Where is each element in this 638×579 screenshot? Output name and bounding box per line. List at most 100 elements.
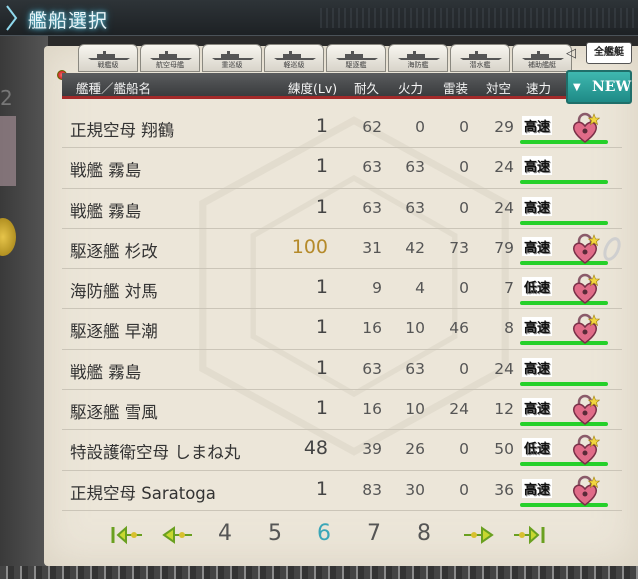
- header-decoration: [320, 8, 638, 28]
- heart-lock-icon: [573, 435, 600, 466]
- ship-durability: 83: [362, 480, 382, 499]
- ship-name: 戦艦 霧島: [70, 201, 142, 221]
- column-header: 艦種／艦船名 練度(Lv) 耐久 火力 雷装 対空 速力: [62, 73, 566, 99]
- ship-level: 1: [315, 115, 328, 137]
- ship-list: 正規空母 翔鶴 1 62 0 0 29 高速 戦艦 霧島 1 63 63 0 24 高速 戦艦 霧島 1 63 6…: [62, 108, 622, 511]
- prev-page-icon[interactable]: [160, 524, 196, 546]
- ship-level: 1: [315, 477, 328, 500]
- ship-level: 1: [315, 195, 328, 218]
- page-button[interactable]: 4: [218, 521, 232, 546]
- ship-row[interactable]: 正規空母 翔鶴 1 62 0 0 29 高速: [62, 108, 622, 149]
- heart-lock-icon: [573, 273, 600, 305]
- ship-row[interactable]: 駆逐艦 雪風 1 16 10 24 12 高速: [62, 390, 622, 431]
- ship-torpedo: 0: [459, 359, 469, 378]
- tab-label: 駆逐艦: [345, 61, 367, 69]
- ship-level: 1: [315, 155, 328, 178]
- ship-speed: 高速: [522, 478, 553, 498]
- speed-bar: [520, 220, 608, 225]
- tab-all-ships[interactable]: 全艦艇: [586, 42, 632, 64]
- ship-antiair: 24: [494, 359, 514, 378]
- ship-firepower: 42: [405, 238, 425, 257]
- ship-type-tab[interactable]: 海防艦: [388, 44, 448, 72]
- ship-speed: 高速: [522, 236, 553, 256]
- ship-row[interactable]: 戦艦 霧島 1 63 63 0 24 高速: [62, 350, 622, 391]
- ship-firepower: 63: [405, 359, 425, 378]
- ship-name: 戦艦 霧島: [70, 161, 142, 181]
- ship-antiair: 8: [504, 319, 514, 338]
- page-button[interactable]: 8: [417, 521, 431, 546]
- column-name-header[interactable]: 艦種／艦船名: [76, 78, 151, 97]
- heart-lock-icon: [573, 314, 600, 345]
- ship-row[interactable]: 特設護衛空母 しまね丸 48 39 26 0 50 低速: [62, 430, 622, 471]
- column-dur-header[interactable]: 耐久: [354, 78, 379, 97]
- column-aa-header[interactable]: 対空: [486, 78, 511, 97]
- column-torp-header[interactable]: 雷装: [443, 78, 468, 97]
- new-sort-button[interactable]: ▼ NEW: [566, 70, 632, 104]
- page-button[interactable]: 7: [367, 521, 381, 546]
- column-speed-header[interactable]: 速力: [526, 78, 551, 97]
- ship-type-tab[interactable]: 戦艦級: [78, 44, 138, 72]
- ship-silhouette-icon: [398, 51, 440, 60]
- heart-lock-icon: [573, 394, 600, 426]
- ship-name: 正規空母 翔鶴: [70, 121, 175, 140]
- left-digit: 2: [0, 86, 13, 110]
- last-page-icon[interactable]: [510, 524, 546, 546]
- ship-firepower: 26: [405, 440, 425, 459]
- ship-silhouette-icon: [88, 51, 130, 60]
- column-fire-header[interactable]: 火力: [398, 78, 423, 97]
- ship-durability: 9: [372, 279, 382, 298]
- ship-row[interactable]: 駆逐艦 杉改 100 31 42 73 79 高速: [62, 229, 622, 270]
- tab-label: 軽巡級: [283, 61, 305, 69]
- ship-antiair: 24: [494, 198, 514, 217]
- ship-torpedo: 24: [449, 400, 469, 419]
- ship-type-tab[interactable]: 駆逐艦: [326, 44, 386, 72]
- ship-level: 100: [291, 235, 328, 258]
- ship-durability: 31: [362, 238, 382, 257]
- ship-name: 特設護衛空母 しまね丸: [70, 443, 241, 463]
- ship-durability: 63: [362, 158, 382, 177]
- ship-type-tab[interactable]: 軽巡級: [264, 44, 324, 72]
- background-left: 2: [0, 36, 48, 579]
- page-button-current[interactable]: 6: [317, 521, 331, 546]
- ship-speed: 高速: [522, 317, 553, 337]
- ship-durability: 39: [362, 440, 382, 459]
- ship-speed: 高速: [522, 357, 553, 377]
- ship-torpedo: 0: [459, 118, 469, 136]
- ship-antiair: 12: [494, 400, 514, 419]
- tab-label: 重巡級: [221, 61, 243, 69]
- ship-type-tab[interactable]: 重巡級: [202, 44, 262, 72]
- ship-type-tab[interactable]: 潜水艦: [450, 44, 510, 72]
- next-page-icon[interactable]: [460, 524, 496, 546]
- ship-row[interactable]: 海防艦 対馬 1 9 4 0 7 低速: [62, 269, 622, 310]
- ship-row[interactable]: 駆逐艦 早潮 1 16 10 46 8 高速: [62, 309, 622, 350]
- ship-firepower: 30: [405, 480, 425, 499]
- ship-torpedo: 0: [459, 198, 469, 217]
- ship-speed: 高速: [522, 156, 553, 176]
- ship-level: 1: [315, 356, 328, 379]
- bottom-decoration: [0, 566, 638, 579]
- ship-type-tab[interactable]: 航空母艦: [140, 44, 200, 72]
- ship-silhouette-icon: [460, 51, 502, 60]
- tab-label: 航空母艦: [156, 61, 184, 69]
- ship-row[interactable]: 正規空母 Saratoga 1 83 30 0 36 高速: [62, 471, 622, 511]
- ship-firepower: 10: [405, 400, 425, 419]
- heart-lock-icon: [573, 112, 600, 143]
- ship-row[interactable]: 戦艦 霧島 1 63 63 0 24 高速: [62, 189, 622, 229]
- page-button[interactable]: 5: [268, 521, 282, 546]
- ship-antiair: 50: [494, 440, 514, 459]
- ship-level: 48: [303, 437, 328, 460]
- ship-torpedo: 0: [459, 480, 469, 499]
- ship-antiair: 79: [494, 238, 514, 257]
- background-decoration: [0, 116, 16, 186]
- ship-silhouette-icon: [150, 51, 192, 60]
- ship-name: 駆逐艦 雪風: [70, 403, 158, 423]
- ship-level: 1: [315, 316, 328, 339]
- ship-durability: 62: [362, 118, 382, 136]
- ship-firepower: 63: [405, 198, 425, 217]
- first-page-icon[interactable]: [110, 524, 146, 546]
- ship-torpedo: 73: [449, 238, 469, 257]
- ship-type-tab[interactable]: 補助艦艇: [512, 44, 572, 72]
- column-lv-header[interactable]: 練度(Lv): [288, 78, 337, 97]
- coin-icon: [0, 218, 16, 256]
- ship-row[interactable]: 戦艦 霧島 1 63 63 0 24 高速: [62, 148, 622, 189]
